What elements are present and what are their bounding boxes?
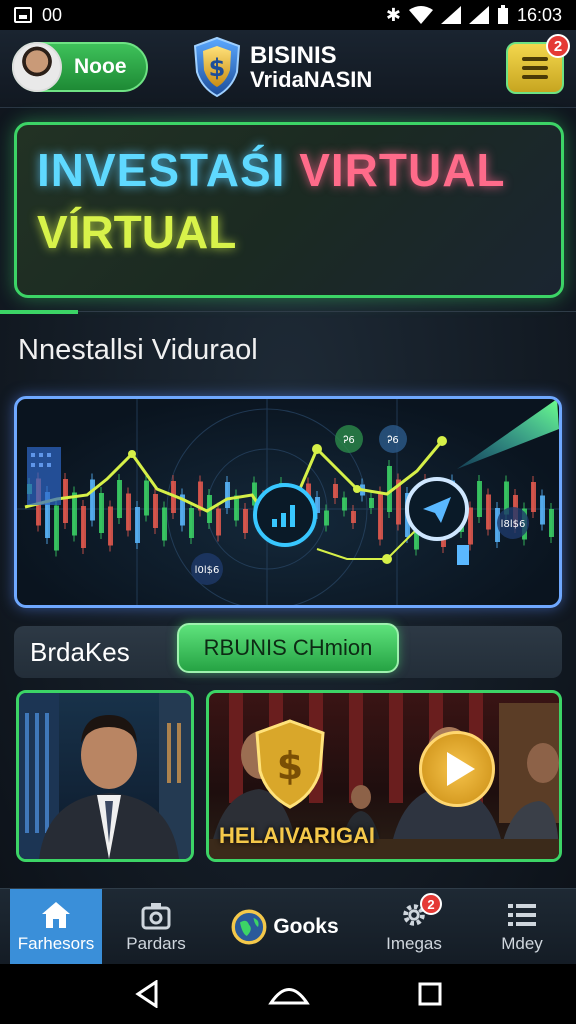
status-bar: 00 ✱ 16:03 — [0, 0, 576, 30]
brand-subtitle: VridaNASIN — [250, 67, 373, 93]
candle — [225, 482, 230, 508]
filter-label: BrdaKes — [30, 637, 130, 667]
video-caption: HELAIVARIGAI — [219, 823, 376, 848]
user-name: Nooe — [74, 55, 127, 78]
candle — [216, 508, 221, 536]
divider-accent — [0, 310, 78, 314]
candle — [162, 507, 167, 541]
profile-button[interactable]: Nooe — [12, 42, 148, 92]
nav-label-globe: Gooks — [273, 914, 339, 938]
list-icon — [508, 903, 536, 926]
candle — [378, 492, 383, 540]
svg-text:Ꭾ6: Ꭾ6 — [387, 435, 398, 446]
candle — [81, 506, 86, 548]
chart-label-a: Ꭾ6 — [335, 425, 363, 453]
gold-shield-icon: $ — [255, 719, 325, 809]
header: Nooe $ BISINIS VridaNASIN 2 — [0, 30, 576, 108]
candle — [72, 492, 77, 536]
candle — [477, 481, 482, 517]
market-chart-card[interactable]: Ꭾ6 Ꭾ6 l0l$6 l8l$6 — [14, 396, 562, 608]
presenter-image — [19, 693, 191, 859]
screenshot-icon — [14, 7, 32, 23]
camera-icon — [141, 902, 171, 929]
candle — [117, 480, 122, 518]
hero-title: INVESTAŚI VIRTUAL — [37, 143, 541, 197]
avatar — [12, 42, 62, 92]
nav-item-settings[interactable]: 2 Imegas — [360, 889, 468, 964]
status-left-text: 00 — [42, 4, 63, 25]
candle — [144, 480, 149, 516]
signal-icon-2 — [468, 6, 489, 24]
menu-icon — [522, 57, 548, 61]
home-icon — [42, 901, 70, 928]
candle — [486, 494, 491, 530]
svg-text:Ꭾ6: Ꭾ6 — [343, 435, 354, 446]
play-icon — [447, 752, 475, 786]
svg-text:l8l$6: l8l$6 — [501, 519, 526, 530]
svg-text:l0l$6: l0l$6 — [195, 565, 220, 576]
chart-label-d: l8l$6 — [497, 507, 529, 539]
recents-icon[interactable] — [418, 982, 442, 1006]
candle — [369, 498, 374, 508]
filter-row: BrdaKes RBUNIS CHmion — [14, 623, 562, 678]
chart-label-b: Ꭾ6 — [379, 425, 407, 453]
candle — [135, 507, 140, 543]
candle — [333, 484, 338, 498]
settings-badge: 2 — [420, 893, 442, 915]
svg-text:$: $ — [277, 744, 303, 788]
play-button[interactable] — [419, 731, 495, 807]
hero-title-part1: INVESTAŚI — [37, 144, 286, 196]
signal-icon — [440, 6, 461, 24]
shield-dollar-icon: $ — [193, 36, 241, 98]
home-nav-icon[interactable] — [268, 982, 310, 1006]
divider — [78, 311, 576, 312]
candle — [324, 510, 329, 526]
globe-icon — [231, 909, 267, 944]
hero-title-part2: VIRTUAL — [299, 144, 506, 196]
candlestick-chart-graphic: Ꭾ6 Ꭾ6 l0l$6 l8l$6 — [17, 399, 559, 605]
candle — [90, 479, 95, 521]
nav-item-list[interactable]: Mdey — [468, 889, 576, 964]
candle — [549, 509, 554, 537]
candle — [531, 482, 536, 512]
candle — [351, 511, 356, 523]
candle — [63, 479, 68, 523]
candle — [126, 493, 131, 531]
candle — [54, 505, 59, 551]
candle — [108, 506, 113, 546]
candle — [243, 509, 248, 533]
brand-name: BISINIS — [250, 41, 337, 69]
bluetooth-icon: ✱ — [385, 4, 401, 25]
candle — [342, 497, 347, 511]
status-time: 16:03 — [516, 4, 562, 25]
candle — [540, 495, 545, 525]
notification-badge: 2 — [546, 34, 570, 58]
nav-label-settings: Imegas — [386, 933, 442, 953]
candle — [189, 508, 194, 538]
nav-label-home: Farhesors — [17, 933, 95, 953]
battery-icon — [497, 5, 508, 24]
nav-label-list: Mdey — [501, 933, 543, 953]
brand-logo: $ BISINIS VridaNASIN — [192, 36, 372, 98]
nav-item-home[interactable]: Farhesors — [10, 889, 102, 964]
app-screen: Nooe $ BISINIS VridaNASIN 2 INVESTAŚI VI… — [0, 30, 576, 964]
wifi-icon — [408, 6, 433, 24]
filter-chip-button[interactable]: RBUNIS CHmion — [177, 623, 399, 673]
video-card-presenter[interactable] — [16, 690, 194, 862]
hero-subtitle: VÍRTUAL — [37, 206, 237, 258]
bottom-nav: Farhesors Pardars Gooks 2 Imegas Mdey — [0, 888, 576, 964]
chart-label-c: l0l$6 — [191, 553, 223, 585]
nav-item-camera[interactable]: Pardars — [102, 889, 210, 964]
nav-label-camera: Pardars — [126, 933, 186, 953]
candle — [153, 494, 158, 528]
system-nav-bar — [0, 964, 576, 1024]
back-icon[interactable] — [134, 980, 160, 1008]
menu-button[interactable]: 2 — [506, 34, 570, 94]
svg-text:$: $ — [209, 54, 226, 82]
nav-item-globe[interactable]: Gooks — [210, 889, 360, 964]
candle — [99, 493, 104, 533]
section-title: Nnestallsi Viduraol — [18, 334, 258, 366]
hero-banner[interactable]: INVESTAŚI VIRTUAL VÍRTUAL — [14, 122, 564, 298]
video-card-meeting[interactable]: $ HELAIVARIGAI — [206, 690, 562, 862]
